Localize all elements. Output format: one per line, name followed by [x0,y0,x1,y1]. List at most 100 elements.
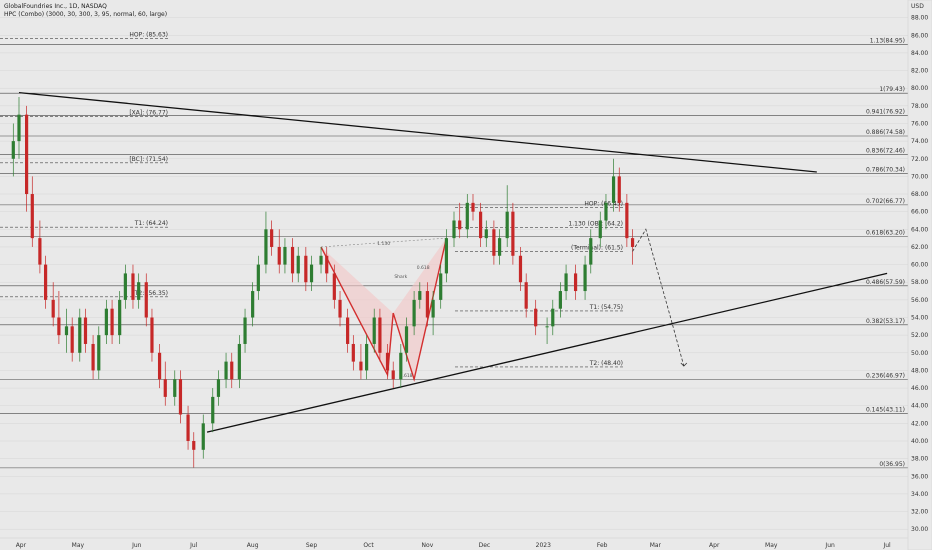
candle-body [264,229,268,265]
candle-body [137,282,141,300]
candle-body [97,335,101,371]
price-axis-unit: USD [911,3,924,10]
candle-body [150,317,154,353]
candle-body [83,317,88,344]
time-tick-label: May [72,542,85,549]
candle-body [492,229,496,256]
candle-body [325,255,329,274]
candle-body [201,423,205,450]
candle-body [404,326,409,353]
price-tick-label: 48.00 [911,367,928,374]
time-tick-label: Nov [422,542,434,549]
price-tick-label: 50.00 [911,350,928,357]
candle-body [465,202,469,230]
candle-body [283,246,287,265]
fib-level-label: 0.941(76.92) [866,108,905,115]
price-axis: 30.00 32.00 34.00 36.00 38.00 40.00 42.00 44.00… [907,0,932,550]
candle-body [338,299,342,318]
time-tick-label: Jun [131,542,142,549]
candle-body [144,282,148,318]
candle-body [24,114,29,195]
time-tick-label: May [765,542,778,549]
candle-body [399,352,403,380]
candle-body [211,396,215,424]
fib-level-label: 0.836(72.46) [866,148,905,155]
time-tick-label: Jul [882,542,891,549]
candle-body [630,238,635,247]
fib-level-label: 1(79.43) [879,86,905,93]
candle-body [270,229,274,247]
candle-body [412,299,416,327]
candle-body [471,202,475,212]
candle-body [534,308,538,327]
price-tick-label: 72.00 [911,156,928,163]
candle-body [178,379,183,415]
recent-level-label: T2: (48.40) [589,360,623,367]
candle-body [583,264,587,292]
time-tick-label: Sep [306,542,318,549]
price-tick-label: 38.00 [911,456,928,463]
candle-body [611,176,616,203]
price-tick-label: 54.00 [911,315,928,322]
candle-body [43,264,48,300]
candle-body [439,273,443,300]
price-tick-label: 52.00 [911,332,928,339]
candle-body [458,220,462,230]
price-tick-label: 68.00 [911,191,928,198]
candle-body [304,255,308,283]
candle-body [545,326,549,328]
fib-level-label: 0.486(57.59) [866,279,905,286]
price-tick-label: 70.00 [911,173,928,180]
candle-body [452,220,456,239]
candle-body [604,202,608,221]
fib-levels: 1.13(84.95) 1(79.43) 0.941(76.92) 0.886(74.… [0,32,908,469]
price-tick-label: 76.00 [911,120,928,127]
fib-level-label: 0.145(43.11) [866,407,905,414]
price-tick-label: 36.00 [911,473,928,480]
target-level-label: HOP: (85.63) [129,32,168,39]
time-tick-label: 2023 [536,542,551,549]
price-tick-label: 58.00 [911,279,928,286]
indicator-label: HPC (Combo) (3000, 30, 300, 3, 95, norma… [4,11,168,18]
trendlines [18,91,888,433]
candle-body [431,299,435,318]
candle-body [484,229,488,239]
price-chart[interactable]: 1.13(84.95) 1(79.43) 0.941(76.92) 0.886(74.… [0,0,932,550]
recent-level-label: 1.130 (OB): (64.2) [568,221,623,228]
candle-body [497,238,502,256]
price-tick-label: 88.00 [911,15,928,22]
candle-body [163,379,167,397]
candle-body [511,211,515,256]
candle-body [17,114,21,142]
candle-body [277,246,281,265]
fib-level-label: 0.618(63.20) [866,229,905,236]
candle-body [589,238,593,265]
fib-level-label: 0.236(46.97) [866,373,905,380]
candle-body [216,379,221,397]
candle-body [617,176,621,203]
price-tick-label: 74.00 [911,138,928,145]
candle-body [372,317,376,344]
candle-body [51,299,55,318]
price-tick-label: 42.00 [911,420,928,427]
price-tick-label: 30.00 [911,526,928,533]
candle-body [505,211,509,239]
price-tick-label: 44.00 [911,403,928,410]
time-tick-label: Apr [709,542,720,549]
candle-body [110,308,114,336]
projection-path [632,228,688,367]
candle-body [64,326,69,336]
fib-level-label: 0.886(74.58) [866,129,905,136]
price-tick-label: 56.00 [911,297,928,304]
candle-body [378,317,382,353]
candle-body [123,273,127,300]
chart-title: GlobalFoundries Inc., 1D, NASDAQ [4,3,107,10]
time-tick-label: Dec [479,542,491,549]
candle-body [444,238,449,274]
candle-body [290,246,295,274]
pattern-ratio-label: 1.130 [377,241,390,247]
recent-level-label: HOP: (66.45) [584,201,623,208]
candle-body [564,273,568,292]
price-tick-label: 82.00 [911,68,928,75]
price-tick-label: 46.00 [911,385,928,392]
